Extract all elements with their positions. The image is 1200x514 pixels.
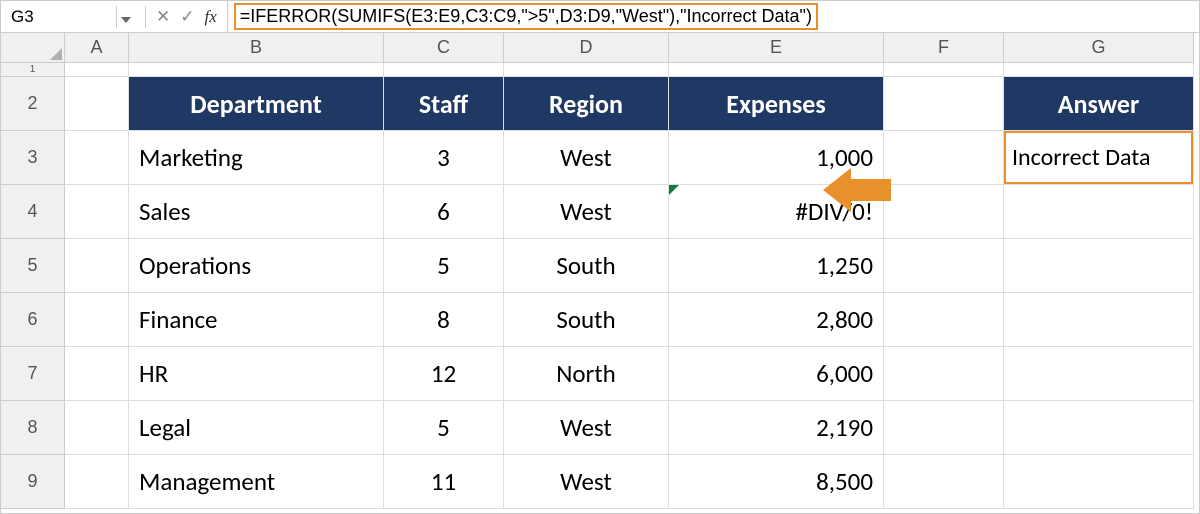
cell-A7[interactable] xyxy=(65,347,129,401)
cell-E2[interactable]: Expenses xyxy=(669,77,884,131)
cell-G9[interactable] xyxy=(1004,455,1194,509)
cell-A6[interactable] xyxy=(65,293,129,347)
select-all-corner[interactable] xyxy=(1,33,65,63)
cell-F9[interactable] xyxy=(884,455,1004,509)
cell-C4[interactable]: 6 xyxy=(384,185,504,239)
formula-text: =IFERROR(SUMIFS(E3:E9,C3:C9,">5",D3:D9,"… xyxy=(234,3,818,30)
row-header-3[interactable]: 3 xyxy=(1,131,65,185)
cell-C7[interactable]: 12 xyxy=(384,347,504,401)
cell-C5[interactable]: 5 xyxy=(384,239,504,293)
cell-G8[interactable] xyxy=(1004,401,1194,455)
row-header-4[interactable]: 4 xyxy=(1,185,65,239)
cell-F2[interactable] xyxy=(884,77,1004,131)
cell-A1[interactable] xyxy=(65,63,129,77)
cell-B5[interactable]: Operations xyxy=(129,239,384,293)
cell-E1[interactable] xyxy=(669,63,884,77)
name-box[interactable]: G3 xyxy=(1,7,116,27)
cell-A2[interactable] xyxy=(65,77,129,131)
cell-B1[interactable] xyxy=(129,63,384,77)
cell-B7[interactable]: HR xyxy=(129,347,384,401)
cell-A4[interactable] xyxy=(65,185,129,239)
cell-F1[interactable] xyxy=(884,63,1004,77)
cell-E8[interactable]: 2,190 xyxy=(669,401,884,455)
cell-E9[interactable]: 8,500 xyxy=(669,455,884,509)
row-header-7[interactable]: 7 xyxy=(1,347,65,401)
cell-F8[interactable] xyxy=(884,401,1004,455)
cell-D2[interactable]: Region xyxy=(504,77,669,131)
cell-B9[interactable]: Management xyxy=(129,455,384,509)
col-header-F[interactable]: F xyxy=(884,33,1004,63)
cell-G7[interactable] xyxy=(1004,347,1194,401)
cell-E5[interactable]: 1,250 xyxy=(669,239,884,293)
cell-B8[interactable]: Legal xyxy=(129,401,384,455)
cell-A8[interactable] xyxy=(65,401,129,455)
cell-D8[interactable]: West xyxy=(504,401,669,455)
cell-D3[interactable]: West xyxy=(504,131,669,185)
cell-D1[interactable] xyxy=(504,63,669,77)
cell-E7[interactable]: 6,000 xyxy=(669,347,884,401)
name-box-dropdown-icon[interactable] xyxy=(116,6,146,28)
col-header-C[interactable]: C xyxy=(384,33,504,63)
cell-B4[interactable]: Sales xyxy=(129,185,384,239)
cell-C3[interactable]: 3 xyxy=(384,131,504,185)
cell-E6[interactable]: 2,800 xyxy=(669,293,884,347)
cell-G2[interactable]: Answer xyxy=(1004,77,1194,131)
cell-B2[interactable]: Department xyxy=(129,77,384,131)
formula-controls: ✕ ✓ fx xyxy=(146,1,228,32)
cell-A5[interactable] xyxy=(65,239,129,293)
cell-G4[interactable] xyxy=(1004,185,1194,239)
col-header-D[interactable]: D xyxy=(504,33,669,63)
cell-D7[interactable]: North xyxy=(504,347,669,401)
cell-D4[interactable]: West xyxy=(504,185,669,239)
cell-D6[interactable]: South xyxy=(504,293,669,347)
row-header-9[interactable]: 9 xyxy=(1,455,65,509)
cell-E4[interactable]: #DIV/0! xyxy=(669,185,884,239)
col-header-E[interactable]: E xyxy=(669,33,884,63)
row-header-5[interactable]: 5 xyxy=(1,239,65,293)
cell-B3[interactable]: Marketing xyxy=(129,131,384,185)
row-header-1[interactable]: 1 xyxy=(1,63,65,77)
cell-G5[interactable] xyxy=(1004,239,1194,293)
col-header-G[interactable]: G xyxy=(1004,33,1194,63)
formula-bar: G3 ✕ ✓ fx =IFERROR(SUMIFS(E3:E9,C3:C9,">… xyxy=(1,1,1199,33)
cell-D5[interactable]: South xyxy=(504,239,669,293)
cell-B6[interactable]: Finance xyxy=(129,293,384,347)
fx-icon[interactable]: fx xyxy=(205,7,217,27)
cell-C1[interactable] xyxy=(384,63,504,77)
cell-E3[interactable]: 1,000 xyxy=(669,131,884,185)
cell-F3[interactable] xyxy=(884,131,1004,185)
row-header-2[interactable]: 2 xyxy=(1,77,65,131)
cell-C6[interactable]: 8 xyxy=(384,293,504,347)
cell-C9[interactable]: 11 xyxy=(384,455,504,509)
formula-input[interactable]: =IFERROR(SUMIFS(E3:E9,C3:C9,">5",D3:D9,"… xyxy=(228,3,1199,30)
confirm-icon[interactable]: ✓ xyxy=(180,7,194,27)
cancel-icon[interactable]: ✕ xyxy=(156,7,170,27)
cell-D9[interactable]: West xyxy=(504,455,669,509)
row-header-6[interactable]: 6 xyxy=(1,293,65,347)
row-header-8[interactable]: 8 xyxy=(1,401,65,455)
cell-G1[interactable] xyxy=(1004,63,1194,77)
cell-F7[interactable] xyxy=(884,347,1004,401)
spreadsheet-grid: A B C D E F G 1 2 Department Staff Regio… xyxy=(1,33,1199,509)
col-header-B[interactable]: B xyxy=(129,33,384,63)
cell-C2[interactable]: Staff xyxy=(384,77,504,131)
col-header-A[interactable]: A xyxy=(65,33,129,63)
cell-C8[interactable]: 5 xyxy=(384,401,504,455)
cell-A3[interactable] xyxy=(65,131,129,185)
cell-F5[interactable] xyxy=(884,239,1004,293)
cell-G3[interactable]: Incorrect Data xyxy=(1004,131,1194,185)
cell-F6[interactable] xyxy=(884,293,1004,347)
cell-A9[interactable] xyxy=(65,455,129,509)
cell-F4[interactable] xyxy=(884,185,1004,239)
cell-G6[interactable] xyxy=(1004,293,1194,347)
answer-value: Incorrect Data xyxy=(1004,131,1193,184)
